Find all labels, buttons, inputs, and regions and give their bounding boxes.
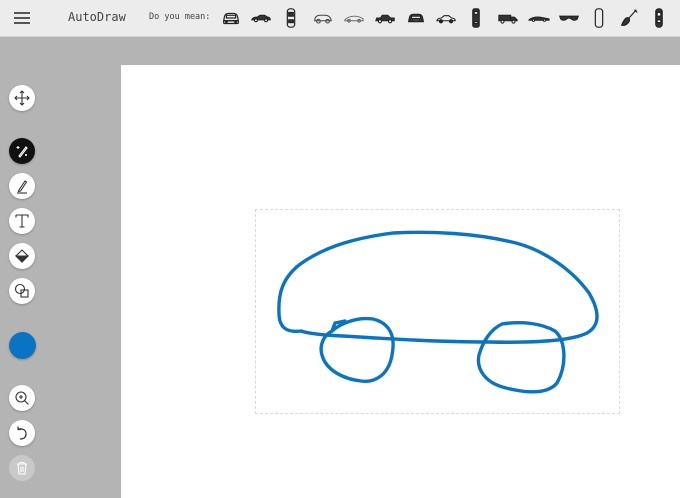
trash-icon [17,461,27,475]
vertical-car-icon[interactable] [462,4,490,32]
color-picker-button[interactable] [9,332,36,359]
car-front-icon[interactable] [402,4,430,32]
text-icon [15,214,29,228]
pencil-icon [17,180,28,194]
low-sports-car-icon[interactable] [525,4,553,32]
truck-side-icon[interactable] [494,4,522,32]
sedan-side-icon[interactable] [371,4,399,32]
drawing-canvas[interactable] [121,65,680,498]
guitar-icon[interactable] [615,4,643,32]
autodraw-tool-button[interactable] [9,138,35,164]
car-top-dark-icon[interactable] [645,4,673,32]
shapes-icon [14,283,29,298]
left-toolbar [0,37,121,498]
rear-wheel-stroke [476,321,566,394]
move-tool-button[interactable] [9,85,35,111]
phone-outline-icon[interactable] [585,4,613,32]
shape-tool-button[interactable] [9,278,35,304]
suggestions-bar [215,4,680,32]
car-body-stroke [277,230,599,344]
draw-tool-button[interactable] [9,173,35,199]
small-car-outline-icon[interactable] [309,4,337,32]
autodraw-sparkle-pencil-icon [16,146,28,158]
user-car-sketch [277,230,599,394]
coupe-side-icon[interactable] [432,4,460,32]
fill-tool-button[interactable] [9,243,35,269]
hamburger-menu-icon[interactable] [12,8,32,28]
car-top-view-icon[interactable] [277,4,305,32]
sunglasses-icon[interactable] [555,4,583,32]
move-icon [14,90,30,106]
zoom-in-icon [15,391,29,405]
suv-front-icon[interactable] [217,4,245,32]
zoom-tool-button[interactable] [9,385,35,411]
delete-button[interactable] [9,455,35,481]
top-bar: AutoDraw Do you mean: [0,0,680,37]
race-car-outline-icon[interactable] [340,4,368,32]
type-tool-button[interactable] [9,208,35,234]
undo-button[interactable] [9,420,35,446]
app-title: AutoDraw [68,10,126,24]
undo-icon [17,426,27,440]
fill-bucket-icon [14,249,30,263]
suggestions-label: Do you mean: [149,12,211,22]
sports-car-side-icon[interactable] [247,4,275,32]
